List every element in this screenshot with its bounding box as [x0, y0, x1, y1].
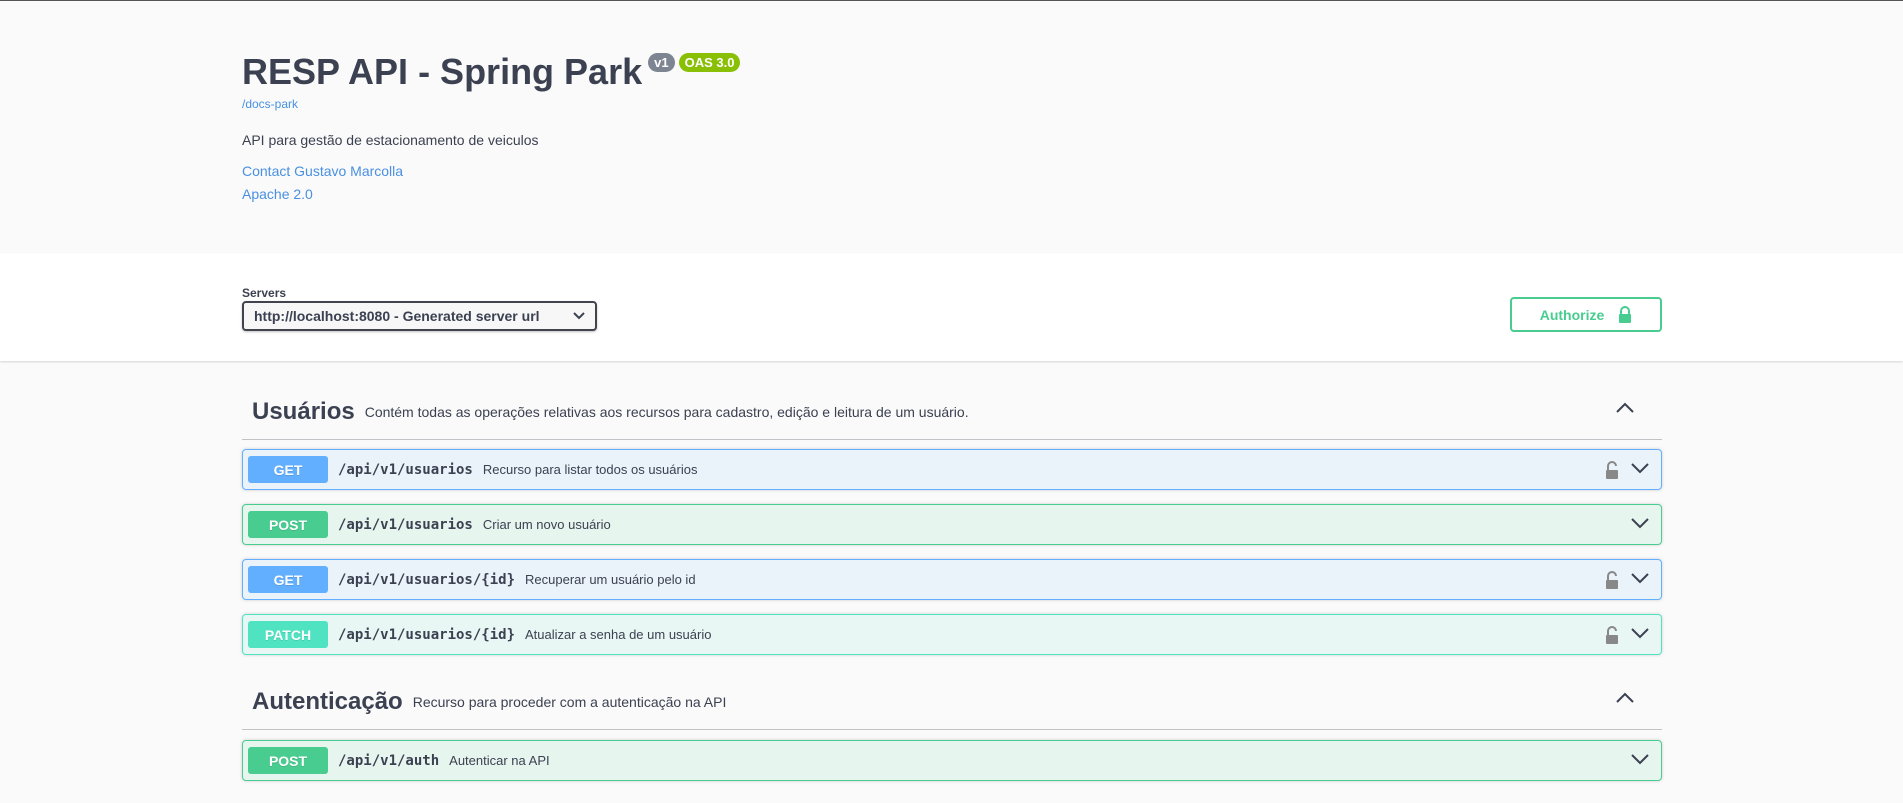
lock-open-icon[interactable] — [1605, 460, 1619, 480]
version-badge: v1 — [648, 53, 675, 72]
operation-path: /api/v1/usuarios/{id} — [338, 626, 516, 643]
method-badge: PATCH — [248, 621, 328, 648]
operation-summary: Atualizar a senha de um usuário — [525, 627, 712, 642]
lock-open-icon[interactable] — [1605, 625, 1619, 645]
chevron-down-icon[interactable] — [1631, 517, 1649, 529]
method-badge: POST — [248, 511, 328, 538]
chevron-down-icon[interactable] — [1631, 572, 1649, 584]
tag-usuarios-description: Contém todas as operações relativas aos … — [364, 403, 969, 420]
operation-path: /api/v1/usuarios — [338, 461, 473, 478]
operation-summary: Autenticar na API — [449, 753, 550, 768]
operation-path: /api/v1/usuarios/{id} — [338, 571, 516, 588]
chevron-down-icon — [573, 312, 585, 320]
info-section: RESP API - Spring Park v1 OAS 3.0 /docs-… — [0, 1, 1903, 253]
operation-summary: Criar um novo usuário — [482, 517, 611, 532]
page-title: RESP API - Spring Park — [242, 51, 643, 92]
chevron-up-icon[interactable] — [1616, 692, 1634, 704]
operation-get-usuarios[interactable]: GET /api/v1/usuarios Recurso para listar… — [242, 449, 1662, 490]
title-row: RESP API - Spring Park v1 OAS 3.0 — [242, 51, 741, 93]
chevron-down-icon[interactable] — [1631, 627, 1649, 639]
tag-usuarios-name: Usuários — [252, 397, 355, 425]
servers-label: Servers — [242, 286, 287, 300]
operation-post-auth[interactable]: POST /api/v1/auth Autenticar na API — [242, 740, 1662, 781]
base-url-link[interactable]: /docs-park — [242, 97, 298, 111]
authorize-label: Authorize — [1539, 306, 1605, 323]
operation-post-usuarios[interactable]: POST /api/v1/usuarios Criar um novo usuá… — [242, 504, 1662, 545]
lock-icon — [1619, 305, 1632, 323]
server-select[interactable]: http://localhost:8080 - Generated server… — [242, 301, 597, 331]
tag-usuarios-header[interactable]: Usuários Contém todas as operações relat… — [242, 384, 1662, 440]
method-badge: POST — [248, 747, 328, 774]
lock-open-icon[interactable] — [1605, 570, 1619, 590]
method-badge: GET — [248, 566, 328, 593]
oas-badge: OAS 3.0 — [678, 53, 741, 72]
operation-summary: Recuperar um usuário pelo id — [525, 572, 696, 587]
chevron-down-icon[interactable] — [1631, 462, 1649, 474]
operation-patch-usuario[interactable]: PATCH /api/v1/usuarios/{id} Atualizar a … — [242, 614, 1662, 655]
server-select-value: http://localhost:8080 - Generated server… — [254, 308, 540, 324]
tag-autenticacao-description: Recurso para proceder com a autenticação… — [412, 693, 727, 710]
chevron-down-icon[interactable] — [1631, 753, 1649, 765]
operation-path: /api/v1/usuarios — [338, 516, 473, 533]
method-badge: GET — [248, 456, 328, 483]
api-description: API para gestão de estacionamento de vei… — [242, 132, 539, 148]
operation-get-usuario-by-id[interactable]: GET /api/v1/usuarios/{id} Recuperar um u… — [242, 559, 1662, 600]
license-link[interactable]: Apache 2.0 — [242, 186, 313, 202]
operation-summary: Recurso para listar todos os usuários — [482, 462, 698, 477]
chevron-up-icon[interactable] — [1616, 402, 1634, 414]
operation-path: /api/v1/auth — [338, 752, 440, 769]
servers-bar: Servers http://localhost:8080 - Generate… — [0, 253, 1903, 361]
contact-link[interactable]: Contact Gustavo Marcolla — [242, 163, 403, 179]
authorize-button[interactable]: Authorize — [1510, 297, 1662, 332]
tag-autenticacao-header[interactable]: Autenticação Recurso para proceder com a… — [242, 674, 1662, 730]
tag-autenticacao-name: Autenticação — [252, 687, 403, 715]
